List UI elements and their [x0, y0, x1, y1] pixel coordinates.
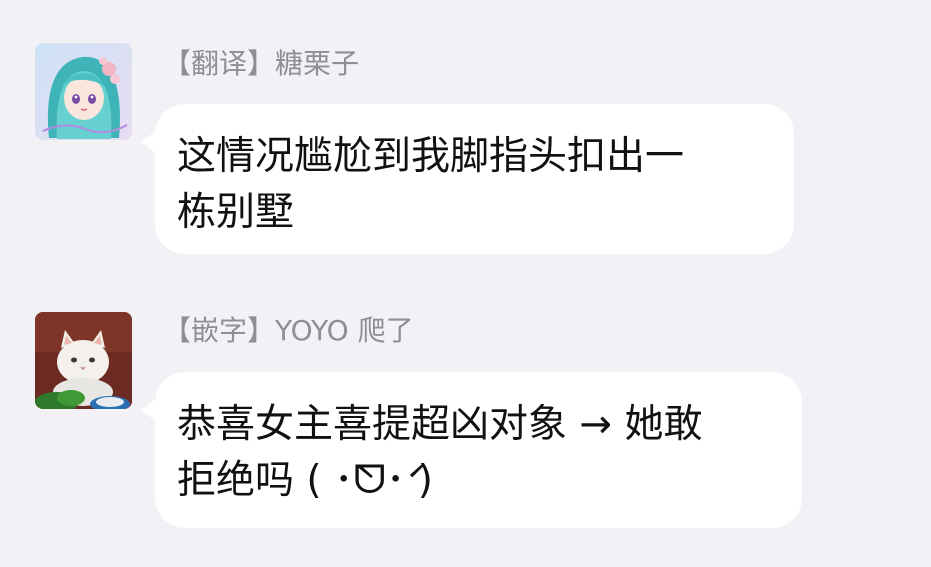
- sender-name: 【嵌字】YOYO 爬了: [163, 314, 414, 347]
- bubble-tail: [141, 130, 157, 154]
- message-bubble[interactable]: 恭喜女主喜提超凶对象 → 她敢 拒绝吗 ( ･̀ᗜ･́ ): [141, 372, 802, 528]
- white-cat-avatar-icon[interactable]: [35, 312, 132, 409]
- message-text-line: 拒绝吗 ( ･̀ᗜ･́ ): [177, 458, 433, 503]
- message-text-line: 栋别墅: [177, 190, 295, 235]
- message-bubble[interactable]: 这情况尴尬到我脚指头扣出一 栋别墅: [141, 104, 794, 254]
- message-text-line: 这情况尴尬到我脚指头扣出一: [177, 134, 685, 179]
- anime-girl-avatar-icon[interactable]: [35, 43, 132, 140]
- bubble-tail: [141, 398, 157, 422]
- sender-name: 【翻译】糖栗子: [163, 47, 360, 80]
- message-text-line: 恭喜女主喜提超凶对象 → 她敢: [177, 402, 703, 447]
